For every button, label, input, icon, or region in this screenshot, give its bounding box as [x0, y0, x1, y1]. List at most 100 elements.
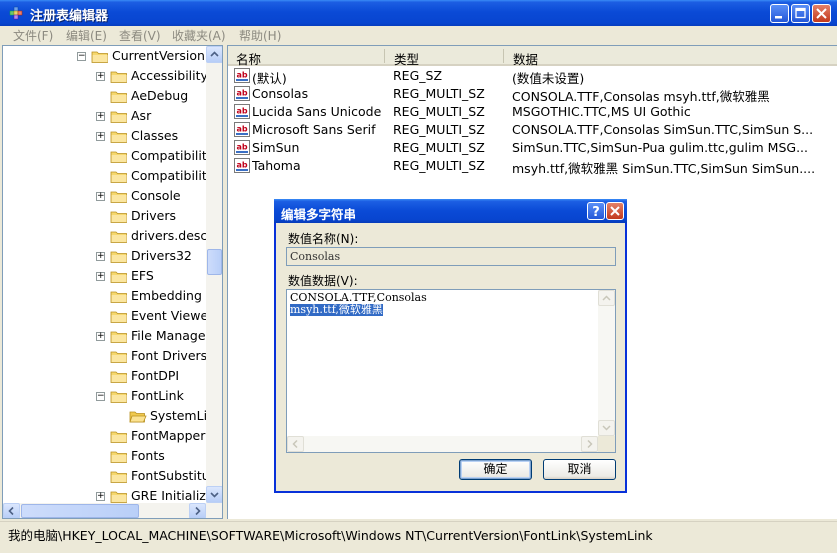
registry-value-row[interactable]: ab (默认) REG_SZ (数值未设置) — [228, 67, 828, 86]
chevron-right-icon — [587, 439, 593, 449]
tree-item[interactable]: − CurrentVersion — [3, 47, 205, 67]
minimize-button[interactable] — [770, 4, 789, 23]
menu-help[interactable]: 帮助(H) — [239, 27, 281, 44]
folder-icon — [110, 71, 127, 83]
expand-icon[interactable]: + — [96, 332, 105, 341]
tree-item[interactable]: FontMapper — [3, 427, 205, 447]
registry-path: 我的电脑\HKEY_LOCAL_MACHINE\SOFTWARE\Microso… — [8, 528, 653, 543]
maximize-button[interactable] — [791, 4, 810, 23]
folder-icon — [110, 191, 127, 203]
expand-icon[interactable]: + — [96, 252, 105, 261]
ok-button[interactable]: 确定 — [459, 459, 532, 480]
title-bar[interactable]: 注册表编辑器 — [0, 0, 837, 27]
value-data: MSGOTHIC.TTC,MS UI Gothic — [512, 104, 691, 119]
column-data[interactable]: 数据 — [513, 49, 538, 68]
collapse-icon[interactable]: − — [96, 392, 105, 401]
value-name-field: Consolas — [286, 247, 616, 266]
column-divider[interactable] — [503, 49, 504, 63]
value-name: Tahoma — [252, 158, 301, 173]
menu-view[interactable]: 查看(V) — [119, 27, 161, 44]
tree-item[interactable]: Drivers — [3, 207, 205, 227]
expand-icon[interactable]: + — [96, 132, 105, 141]
tree-item[interactable]: Compatibility — [3, 167, 214, 187]
registry-editor-window: 注册表编辑器 文件(F) 编辑(E) 查看(V) 收藏夹(A) 帮助(H) − C… — [0, 0, 837, 553]
tree-scroll-thumb[interactable] — [207, 249, 222, 275]
registry-value-row[interactable]: ab Microsoft Sans Serif REG_MULTI_SZ CONSOL… — [228, 121, 828, 139]
tree-item[interactable]: + Asr — [3, 107, 205, 127]
expand-icon[interactable]: + — [96, 272, 105, 281]
value-type: REG_MULTI_SZ — [393, 86, 485, 101]
tree-horizontal-scrollbar[interactable] — [3, 503, 222, 518]
chevron-down-icon — [602, 425, 611, 431]
column-divider[interactable] — [384, 49, 385, 63]
window-title: 注册表编辑器 — [30, 9, 109, 24]
tree-item[interactable]: Fonts — [3, 447, 205, 467]
help-button[interactable]: ? — [587, 202, 605, 220]
scroll-down-arrow[interactable] — [206, 486, 222, 503]
value-type: REG_SZ — [393, 68, 443, 83]
tree-item[interactable]: drivers.desc — [3, 227, 207, 247]
registry-value-row[interactable]: ab Lucida Sans Unicode REG_MULTI_SZ MSGOTHI… — [228, 103, 828, 121]
svg-text:ab: ab — [236, 143, 247, 152]
folder-icon — [110, 491, 127, 503]
menu-file[interactable]: 文件(F) — [13, 27, 53, 44]
expand-icon[interactable]: + — [96, 112, 105, 121]
menu-favorites[interactable]: 收藏夹(A) — [172, 27, 226, 44]
svg-text:?: ? — [592, 205, 600, 219]
tree-item-label: Font Drivers — [131, 348, 208, 363]
scroll-left-arrow[interactable] — [3, 503, 20, 518]
tree-item[interactable]: + Accessibility — [3, 67, 208, 87]
menu-bar: 文件(F) 编辑(E) 查看(V) 收藏夹(A) 帮助(H) — [0, 26, 837, 45]
dialog-close-button[interactable] — [606, 202, 624, 220]
tree-item[interactable]: Font Drivers — [3, 347, 208, 367]
tree-item[interactable]: − FontLink — [3, 387, 205, 407]
tree-item[interactable]: Embedding — [3, 287, 205, 307]
folder-icon — [110, 451, 127, 463]
menu-edit[interactable]: 编辑(E) — [66, 27, 107, 44]
folder-icon — [110, 231, 127, 243]
textarea-horizontal-scrollbar[interactable] — [287, 436, 598, 452]
string-value-icon: ab — [234, 158, 250, 173]
scroll-right-arrow[interactable] — [189, 503, 206, 518]
dialog-title-bar[interactable]: 编辑多字符串 ? — [274, 199, 627, 223]
column-name[interactable]: 名称 — [236, 49, 261, 68]
chevron-left-icon — [292, 439, 298, 449]
tree-item[interactable]: FontDPI — [3, 367, 205, 387]
tree-item[interactable]: FontSubstitu — [3, 467, 210, 487]
scroll-right-arrow[interactable] — [581, 436, 598, 452]
tree-item[interactable]: + Classes — [3, 127, 205, 147]
scroll-up-arrow[interactable] — [598, 290, 615, 306]
registry-tree[interactable]: − CurrentVersion + Accessibility AeDebug + Asr… — [2, 45, 223, 519]
cancel-button[interactable]: 取消 — [543, 459, 616, 480]
tree-item[interactable]: Compatibility — [3, 147, 214, 167]
tree-item[interactable]: SystemLin — [3, 407, 215, 427]
collapse-icon[interactable]: − — [77, 52, 86, 61]
tree-item[interactable]: + File Manage — [3, 327, 206, 347]
tree-item[interactable]: + EFS — [3, 267, 205, 287]
tree-item[interactable]: + Console — [3, 187, 205, 207]
expand-icon[interactable]: + — [96, 72, 105, 81]
registry-value-row[interactable]: ab Consolas REG_MULTI_SZ CONSOLA.TTF,Consol… — [228, 85, 828, 104]
tree-item-label: Console — [131, 188, 181, 203]
svg-text:ab: ab — [236, 125, 247, 134]
tree-item-label: Asr — [131, 108, 152, 123]
tree-vertical-scrollbar[interactable] — [206, 46, 222, 503]
registry-value-row[interactable]: ab Tahoma REG_MULTI_SZ msyh.ttf,微软雅黑 SimSun… — [228, 157, 828, 176]
registry-value-row[interactable]: ab SimSun REG_MULTI_SZ SimSun.TTC,SimSun-Pu… — [228, 139, 828, 157]
value-data-textarea[interactable]: CONSOLA.TTF,Consolas msyh.ttf,微软雅黑 — [286, 289, 616, 453]
tree-item[interactable]: + Drivers32 — [3, 247, 205, 267]
tree-hscroll-thumb[interactable] — [21, 504, 139, 518]
textarea-vertical-scrollbar[interactable] — [598, 290, 615, 436]
scroll-up-arrow[interactable] — [206, 46, 222, 63]
tree-item[interactable]: Event Viewer — [3, 307, 213, 327]
expand-icon[interactable]: + — [96, 492, 105, 501]
folder-icon — [110, 91, 127, 103]
tree-item[interactable]: AeDebug — [3, 87, 205, 107]
column-type[interactable]: 类型 — [394, 49, 419, 68]
close-button[interactable] — [812, 4, 831, 23]
svg-text:ab: ab — [236, 161, 247, 170]
scroll-left-arrow[interactable] — [287, 436, 304, 452]
folder-icon — [110, 351, 127, 363]
scroll-down-arrow[interactable] — [598, 420, 615, 436]
expand-icon[interactable]: + — [96, 192, 105, 201]
